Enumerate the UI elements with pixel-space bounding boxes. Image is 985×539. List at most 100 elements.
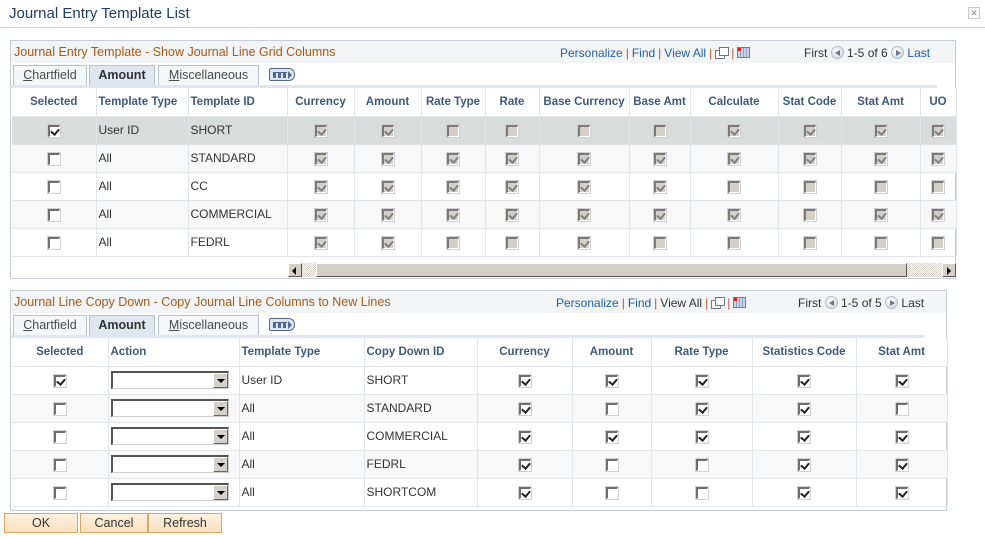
column-header[interactable]: Template Type — [239, 338, 365, 367]
column-flag-checkbox[interactable] — [695, 430, 708, 443]
show-all-columns-icon[interactable] — [269, 68, 295, 81]
selected-checkbox[interactable] — [53, 374, 66, 387]
action-dropdown[interactable] — [110, 455, 229, 473]
column-header[interactable]: Rate Type — [421, 88, 486, 117]
column-flag-checkbox[interactable] — [695, 374, 708, 387]
chevron-down-icon[interactable] — [212, 429, 228, 444]
next-icon[interactable] — [891, 46, 905, 59]
personalize-link[interactable]: Personalize — [560, 46, 623, 60]
column-flag-checkbox[interactable] — [605, 486, 618, 499]
action-dropdown[interactable] — [110, 399, 229, 417]
column-header[interactable]: Amount — [572, 338, 652, 367]
chevron-down-icon[interactable] — [212, 373, 228, 388]
column-header[interactable]: Stat Amt — [856, 338, 948, 367]
column-header[interactable]: Selected — [12, 338, 109, 367]
column-flag-checkbox[interactable] — [895, 374, 908, 387]
column-flag-checkbox[interactable] — [605, 458, 618, 471]
close-icon[interactable]: ✕ — [968, 7, 980, 19]
column-header[interactable]: Statistics Code — [752, 338, 857, 367]
column-header[interactable]: Base Currency — [539, 88, 630, 117]
action-dropdown[interactable] — [110, 371, 229, 389]
view-all-link[interactable]: View All — [664, 46, 706, 60]
table-row[interactable]: All SHORTCOM — [12, 478, 948, 507]
scroll-thumb[interactable] — [316, 263, 907, 277]
column-flag-checkbox[interactable] — [695, 458, 708, 471]
view-all-link[interactable]: View All — [660, 296, 702, 310]
column-flag-checkbox[interactable] — [518, 402, 531, 415]
column-flag-checkbox[interactable] — [518, 374, 531, 387]
column-flag-checkbox[interactable] — [798, 430, 810, 443]
selected-checkbox[interactable] — [47, 236, 60, 249]
tab-chartfield[interactable]: Chartfield — [13, 315, 87, 335]
first-label[interactable]: First — [804, 46, 827, 60]
find-link[interactable]: Find — [632, 46, 655, 60]
column-flag-checkbox[interactable] — [798, 374, 810, 387]
tab-amount[interactable]: Amount — [89, 65, 155, 85]
column-header[interactable]: Rate — [485, 88, 540, 117]
show-all-columns-icon[interactable] — [269, 318, 295, 331]
column-header[interactable]: Base Amt — [629, 88, 691, 117]
action-dropdown[interactable] — [110, 483, 229, 501]
last-link[interactable]: Last — [907, 46, 930, 60]
column-flag-checkbox[interactable] — [798, 402, 810, 415]
table-row[interactable]: All STANDARD — [12, 144, 957, 173]
selected-checkbox[interactable] — [47, 208, 60, 221]
action-dropdown[interactable] — [110, 427, 229, 445]
selected-checkbox[interactable] — [47, 180, 60, 193]
column-flag-checkbox[interactable] — [605, 374, 618, 387]
tab-amount[interactable]: Amount — [89, 315, 155, 335]
horizontal-scrollbar[interactable] — [288, 263, 956, 277]
column-flag-checkbox[interactable] — [895, 430, 908, 443]
column-header[interactable]: Rate Type — [651, 338, 753, 367]
download-grid-icon[interactable] — [733, 297, 747, 308]
column-flag-checkbox[interactable] — [518, 430, 531, 443]
column-flag-checkbox[interactable] — [895, 458, 908, 471]
column-flag-checkbox[interactable] — [518, 458, 531, 471]
column-header[interactable]: Copy Down ID — [364, 338, 478, 367]
chevron-down-icon[interactable] — [212, 485, 228, 500]
selected-checkbox[interactable] — [53, 458, 66, 471]
selected-checkbox[interactable] — [47, 124, 60, 137]
previous-icon[interactable] — [830, 46, 844, 59]
chevron-down-icon[interactable] — [212, 457, 228, 472]
column-flag-checkbox[interactable] — [895, 486, 908, 499]
tab-chartfield[interactable]: Chartfield — [13, 65, 87, 85]
column-flag-checkbox[interactable] — [695, 402, 708, 415]
column-flag-checkbox[interactable] — [605, 402, 618, 415]
column-header[interactable]: Amount — [354, 88, 422, 117]
column-header[interactable]: Stat Amt — [841, 88, 921, 117]
selected-checkbox[interactable] — [53, 402, 66, 415]
scroll-left-icon[interactable] — [288, 263, 302, 277]
table-row[interactable]: All STANDARD — [12, 394, 948, 423]
tab-miscellaneous[interactable]: Miscellaneous — [158, 315, 259, 335]
table-row[interactable]: All FEDRL — [12, 450, 948, 479]
chevron-down-icon[interactable] — [212, 401, 228, 416]
column-header[interactable]: Selected — [12, 88, 97, 117]
column-header[interactable]: Template ID — [188, 88, 288, 117]
previous-icon[interactable] — [824, 296, 838, 309]
column-flag-checkbox[interactable] — [695, 486, 708, 499]
column-header[interactable]: Stat Code — [778, 88, 842, 117]
tab-miscellaneous[interactable]: Miscellaneous — [158, 65, 259, 85]
next-icon[interactable] — [885, 296, 899, 309]
table-row[interactable]: All CC — [12, 172, 957, 201]
ok-button[interactable]: OK — [4, 513, 78, 533]
column-header[interactable]: Calculate — [690, 88, 779, 117]
column-flag-checkbox[interactable] — [798, 458, 810, 471]
new-window-icon[interactable] — [711, 297, 726, 309]
table-row[interactable]: All COMMERCIAL — [12, 200, 957, 229]
column-flag-checkbox[interactable] — [518, 486, 531, 499]
column-header[interactable]: UO — [920, 88, 957, 117]
selected-checkbox[interactable] — [47, 152, 60, 165]
personalize-link[interactable]: Personalize — [556, 296, 619, 310]
column-header[interactable]: Currency — [287, 88, 355, 117]
column-flag-checkbox[interactable] — [798, 486, 810, 499]
first-label[interactable]: First — [798, 296, 821, 310]
scroll-right-icon[interactable] — [942, 263, 956, 277]
table-row[interactable]: All COMMERCIAL — [12, 422, 948, 451]
table-row[interactable]: All FEDRL — [12, 228, 957, 257]
cancel-button[interactable]: Cancel — [80, 513, 148, 533]
selected-checkbox[interactable] — [53, 486, 66, 499]
refresh-button[interactable]: Refresh — [148, 513, 222, 533]
table-row[interactable]: User ID SHORT — [12, 366, 948, 395]
